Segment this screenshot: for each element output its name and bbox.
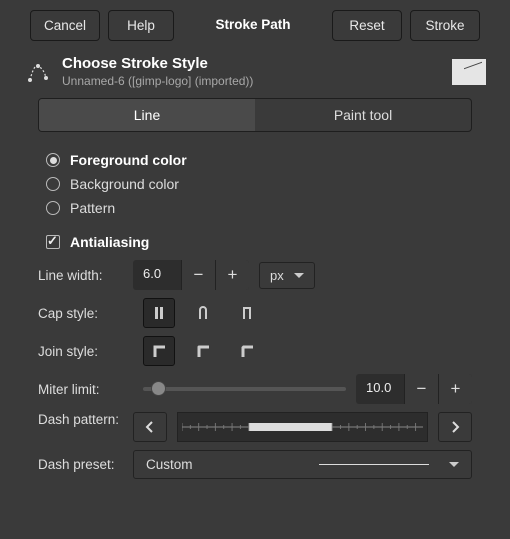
dash-preset-label: Dash preset:	[38, 457, 123, 472]
dialog-title: Stroke Path	[182, 10, 324, 41]
join-style-label: Join style:	[38, 344, 123, 359]
tab-line[interactable]: Line	[39, 99, 255, 131]
miter-limit-label: Miter limit:	[38, 382, 123, 397]
cap-square-button[interactable]	[231, 298, 263, 328]
miter-limit-value[interactable]: 10.0	[356, 374, 404, 404]
cap-butt-icon	[151, 305, 167, 321]
cap-style-label: Cap style:	[38, 306, 123, 321]
stroke-button[interactable]: Stroke	[410, 10, 480, 41]
radio-background-color[interactable]: Background color	[46, 172, 464, 196]
header-subtitle: Unnamed-6 ([gimp-logo] (imported))	[62, 74, 442, 88]
miter-limit-slider[interactable]	[143, 387, 346, 391]
reset-button[interactable]: Reset	[332, 10, 402, 41]
line-width-decrease-button[interactable]: −	[181, 260, 215, 290]
radio-label: Background color	[70, 176, 179, 192]
cap-style-row: Cap style:	[38, 298, 472, 328]
dash-pattern-label: Dash pattern:	[38, 412, 123, 442]
line-width-label: Line width:	[38, 268, 123, 283]
checkbox-icon	[46, 235, 60, 249]
miter-limit-decrease-button[interactable]: −	[404, 374, 438, 404]
cancel-button[interactable]: Cancel	[30, 10, 100, 41]
cap-butt-button[interactable]	[143, 298, 175, 328]
header-preview	[452, 59, 486, 85]
cap-square-icon	[239, 305, 255, 321]
slider-thumb[interactable]	[151, 381, 166, 396]
mode-tabs: Line Paint tool	[38, 98, 472, 132]
help-button[interactable]: Help	[108, 10, 174, 41]
join-miter-button[interactable]	[143, 336, 175, 366]
header: Choose Stroke Style Unnamed-6 ([gimp-log…	[10, 55, 500, 98]
dash-preset-value: Custom	[146, 457, 193, 472]
line-width-unit-select[interactable]: px	[259, 262, 315, 289]
stroke-path-dialog: Cancel Help Stroke Path Reset Stroke Cho…	[0, 0, 510, 539]
radio-dot-icon	[46, 201, 60, 215]
join-bevel-icon	[239, 343, 255, 359]
dash-preset-select[interactable]: Custom	[133, 450, 472, 479]
tab-paint-tool[interactable]: Paint tool	[255, 99, 471, 131]
radio-dot-icon	[46, 177, 60, 191]
radio-label: Pattern	[70, 200, 115, 216]
line-width-value[interactable]: 6.0	[133, 260, 181, 290]
line-width-spinner: 6.0 − +	[133, 260, 249, 290]
join-round-button[interactable]	[187, 336, 219, 366]
chevron-right-icon	[450, 421, 460, 433]
checkbox-label: Antialiasing	[70, 234, 149, 250]
radio-pattern[interactable]: Pattern	[46, 196, 464, 220]
radio-dot-icon	[46, 153, 60, 167]
join-bevel-button[interactable]	[231, 336, 263, 366]
cap-round-icon	[195, 305, 211, 321]
miter-limit-increase-button[interactable]: +	[438, 374, 472, 404]
radio-foreground-color[interactable]: Foreground color	[46, 148, 464, 172]
antialiasing-checkbox[interactable]: Antialiasing	[38, 228, 472, 260]
dash-scroll-left-button[interactable]	[133, 412, 167, 442]
dash-scroll-right-button[interactable]	[438, 412, 472, 442]
chevron-down-icon	[449, 462, 459, 467]
unit-label: px	[270, 268, 284, 283]
line-width-row: Line width: 6.0 − + px	[38, 260, 472, 290]
color-source-group: Foreground color Background color Patter…	[38, 146, 472, 228]
cap-round-button[interactable]	[187, 298, 219, 328]
chevron-left-icon	[145, 421, 155, 433]
line-width-increase-button[interactable]: +	[215, 260, 249, 290]
dash-pattern-editor[interactable]	[177, 412, 428, 442]
chevron-down-icon	[294, 273, 304, 278]
dash-pattern-row: Dash pattern:	[38, 412, 472, 442]
miter-limit-row: Miter limit: 10.0 − +	[38, 374, 472, 404]
miter-limit-spinner: 10.0 − +	[356, 374, 472, 404]
join-round-icon	[195, 343, 211, 359]
join-style-row: Join style:	[38, 336, 472, 366]
dash-preset-row: Dash preset: Custom	[38, 450, 472, 479]
radio-label: Foreground color	[70, 152, 187, 168]
action-bar: Cancel Help Stroke Path Reset Stroke	[10, 10, 500, 41]
header-title: Choose Stroke Style	[62, 55, 442, 72]
path-icon	[24, 58, 52, 86]
dash-preset-preview	[319, 464, 429, 466]
join-miter-icon	[151, 343, 167, 359]
